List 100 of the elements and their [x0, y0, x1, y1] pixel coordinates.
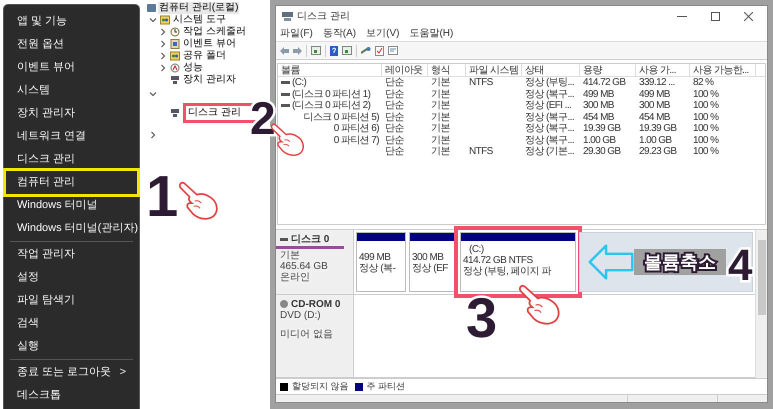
close-icon[interactable]	[744, 12, 753, 20]
drive-icon	[280, 238, 288, 240]
disk-size: 465.64 GB	[280, 261, 328, 272]
menu-item[interactable]: 시스템	[6, 79, 137, 102]
menu-item[interactable]: 데스크톱	[6, 384, 137, 407]
table-cell: 0 파티션 6)	[334, 123, 379, 134]
pointing-hand-icon	[518, 283, 562, 327]
menu-item[interactable]: 설정	[6, 266, 137, 289]
scrollbar-thumb[interactable]	[758, 240, 766, 315]
tree-node-icon	[170, 63, 180, 73]
menu-item[interactable]: 이벤트 뷰어	[6, 56, 137, 79]
disk-type: 기본	[280, 250, 300, 261]
console-icon[interactable]	[342, 46, 352, 55]
table-cell: 단순	[385, 123, 404, 134]
table-cell: 0 파티션 7)	[334, 134, 379, 146]
tree-item[interactable]: 성능	[183, 62, 203, 74]
menu-item[interactable]: 네트워크 연결	[6, 125, 137, 148]
forward-icon[interactable]	[293, 46, 302, 54]
table-cell: 단순	[385, 77, 404, 88]
menu-item[interactable]: 검색	[6, 312, 137, 335]
tree-item[interactable]: 컴퓨터 관리(로컬)	[158, 2, 240, 14]
menu-item[interactable]: 디스크 관리	[6, 148, 137, 171]
menu-item[interactable]: Windows 터미널(관리자)	[6, 217, 137, 240]
computer-icon	[147, 4, 156, 12]
partition-size: 300 MB	[412, 252, 444, 263]
menu-bar-item[interactable]: 동작(A)	[322, 26, 356, 41]
table-cell: 기본	[431, 88, 450, 100]
column-header[interactable]: 파일 시스템	[466, 64, 522, 76]
tree-item[interactable]: 시스템 도구	[173, 14, 226, 26]
table-cell: (디스크 0 파티션 1)	[292, 88, 370, 100]
legend-label: 할당되지 않음	[292, 380, 349, 393]
tree-item[interactable]: 작업 스케줄러	[183, 26, 246, 38]
table-cell: 기본	[431, 146, 450, 158]
table-cell: 기본	[431, 100, 450, 112]
scrollbar[interactable]	[755, 230, 767, 378]
menu-bar-item[interactable]: 보기(V)	[366, 26, 400, 41]
tree-item[interactable]: 장치 관리자	[183, 74, 236, 86]
table-cell: 454 MB	[583, 112, 614, 123]
checklist-icon[interactable]	[375, 46, 384, 56]
column-header[interactable]: 볼륨	[278, 64, 382, 76]
table-cell: 19.39 GB	[583, 123, 620, 134]
partition-block[interactable]: 499 MB 정상 (복-	[356, 232, 406, 292]
table-cell: 1.00 GB	[583, 134, 616, 146]
menu-item[interactable]: 실행	[6, 335, 137, 358]
table-cell: 단순	[385, 134, 404, 146]
back-icon[interactable]	[280, 46, 289, 54]
table-cell: 기본	[431, 134, 450, 146]
partition-status: 정상 (복-	[359, 263, 396, 274]
menu-item[interactable]: 앱 및 기능	[6, 10, 137, 33]
table-cell: NTFS	[469, 77, 493, 88]
maximize-icon[interactable]	[711, 12, 720, 20]
menu-item[interactable]: 종료 또는 로그아웃 >	[6, 361, 137, 384]
partition-label: (C:)	[468, 244, 484, 255]
menu-item[interactable]: 파일 탐색기	[6, 289, 137, 312]
tree-item[interactable]: 공유 폴더	[183, 50, 226, 62]
column-header[interactable]: 형식	[428, 64, 466, 76]
chevron-icon[interactable]	[149, 90, 157, 98]
chevron-icon[interactable]	[159, 52, 167, 60]
callout-label: 볼륨축소	[634, 249, 726, 275]
menu-item[interactable]: 작업 관리자	[6, 243, 137, 266]
tree-node-icon	[170, 108, 180, 118]
table-cell: 339.12 ...	[639, 77, 675, 88]
pointing-hand-icon	[178, 180, 220, 222]
chevron-icon[interactable]	[149, 16, 157, 24]
table-cell: 82 %	[693, 77, 714, 88]
table-cell: 정상 (복구...	[525, 112, 574, 123]
partition-block[interactable]: 300 MB 정상 (EF	[409, 232, 457, 292]
step-number: 4	[728, 244, 752, 288]
menu-item[interactable]: Windows 터미널	[6, 194, 137, 217]
chevron-icon[interactable]	[159, 40, 167, 48]
chevron-icon[interactable]	[159, 64, 167, 72]
key-icon[interactable]	[361, 46, 371, 54]
chevron-icon[interactable]	[159, 28, 167, 36]
table-cell: 기본	[431, 112, 450, 123]
console-icon[interactable]	[311, 46, 321, 55]
tree-node-icon	[170, 39, 180, 49]
properties-icon[interactable]	[388, 46, 398, 55]
menu-item[interactable]: 컴퓨터 관리	[6, 171, 137, 194]
column-header[interactable]: 사용 가...	[636, 64, 690, 76]
column-header[interactable]: 사용 가능한...	[690, 64, 756, 76]
tree-node-icon	[170, 27, 180, 37]
menu-item[interactable]: 전원 옵션	[6, 33, 137, 56]
disk-status: 미디어 없음	[280, 329, 333, 340]
menu-bar-item[interactable]: 파일(F)	[280, 26, 313, 41]
table-cell: (디스크 0 파티션 2)	[292, 100, 370, 112]
menu-item[interactable]: 장치 관리자	[6, 102, 137, 125]
table-cell: NTFS	[469, 146, 493, 158]
column-header[interactable]: 용량	[580, 64, 636, 76]
tree-item[interactable]: 이벤트 뷰어	[183, 38, 236, 50]
column-header[interactable]: 상태	[522, 64, 580, 76]
disk-icon	[282, 12, 293, 20]
help-icon[interactable]	[330, 46, 338, 56]
partition-status: 정상 (부팅, 페이지 파	[463, 266, 551, 277]
menu-bar-item[interactable]: 도움말(H)	[409, 26, 454, 41]
tree-node-icon	[170, 51, 180, 61]
table-cell: 19.39 GB	[639, 123, 676, 134]
disk-type: DVD (D:)	[280, 310, 321, 321]
chevron-icon[interactable]	[149, 131, 157, 139]
table-cell: 정상 (부팅...	[525, 77, 574, 88]
column-header[interactable]: 레이아웃	[382, 64, 428, 76]
